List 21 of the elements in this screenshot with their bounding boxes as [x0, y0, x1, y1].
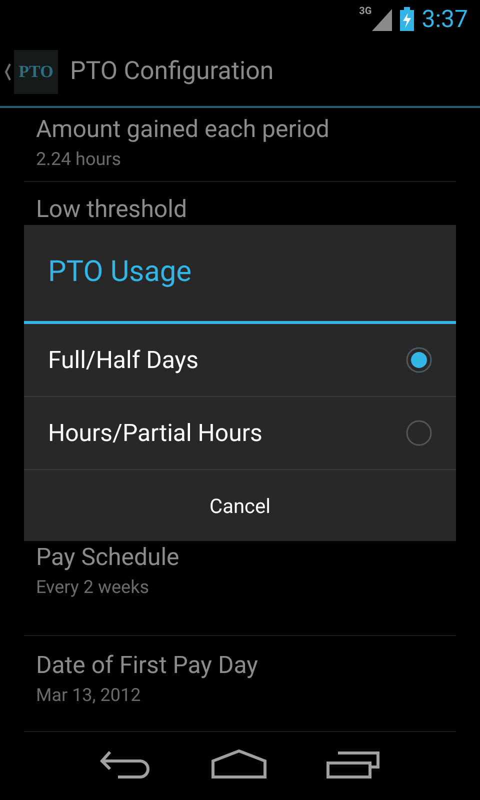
setting-title: Pay Schedule	[36, 542, 180, 572]
battery-charging-icon	[400, 7, 414, 31]
setting-title: Amount gained each period	[36, 114, 330, 144]
network-label: 3G	[359, 7, 372, 17]
recent-apps-icon	[326, 749, 380, 779]
home-icon	[210, 749, 267, 779]
dialog-title: PTO Usage	[48, 254, 192, 292]
screen-title: PTO Configuration	[70, 56, 274, 88]
signal-icon	[372, 9, 392, 31]
setting-summary: 2.24 hours	[36, 148, 122, 172]
back-icon	[100, 749, 152, 779]
setting-title: Low threshold	[36, 194, 188, 224]
setting-summary: Mar 13, 2012	[36, 684, 142, 708]
radio-option[interactable]: Hours/Partial Hours	[24, 397, 456, 470]
cancel-button[interactable]: Cancel	[24, 470, 456, 541]
app-icon: PTO	[14, 50, 58, 94]
chevron-left-icon	[4, 63, 12, 81]
setting-summary: Every 2 weeks	[36, 576, 150, 600]
radio-option[interactable]: Full/Half Days	[24, 324, 456, 397]
setting-title: Date of First Pay Day	[36, 650, 259, 680]
clock-time: 3:37	[422, 4, 468, 35]
